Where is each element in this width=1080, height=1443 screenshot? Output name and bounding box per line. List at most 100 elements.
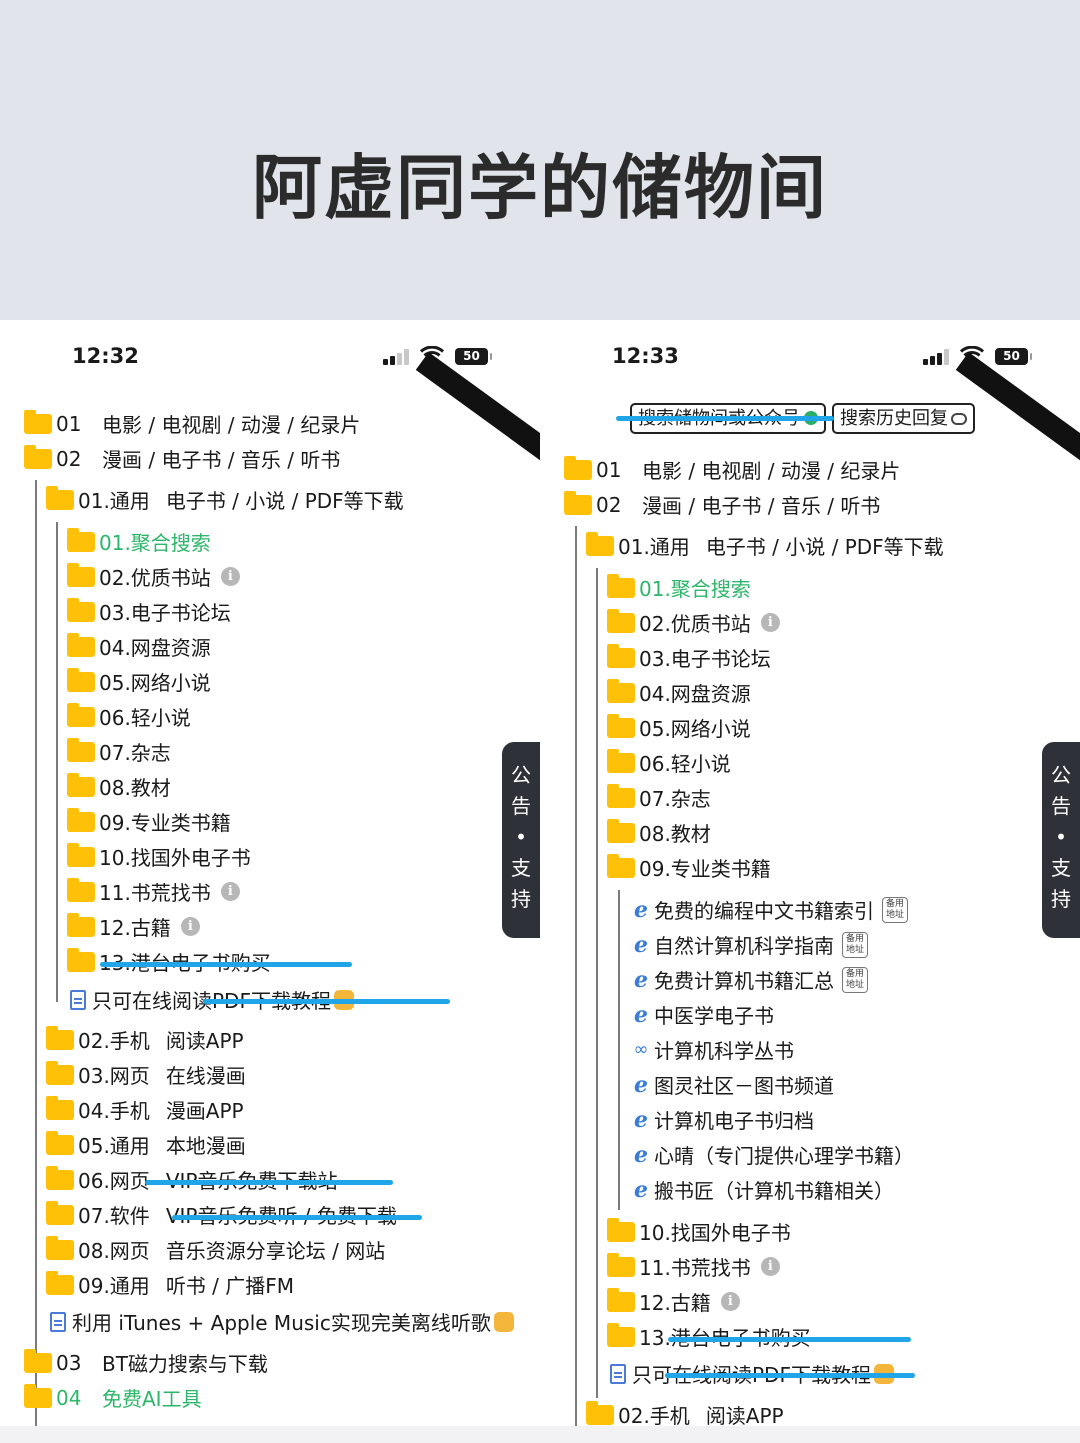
folder-row[interactable]: 04.网盘资源 [67,629,211,664]
folder-row[interactable]: 08.教材 [607,815,711,850]
thumbs-up-icon [493,1311,514,1332]
alt-address-badge[interactable]: 备用 地址 [882,896,908,923]
folder-row[interactable]: 04 免费AI工具 [24,1380,202,1415]
link-row[interactable]: e 搬书匠（计算机书籍相关） [630,1172,894,1207]
folder-icon [607,678,635,703]
folder-row[interactable]: 01.聚合搜索 [607,570,751,605]
folder-icon [607,818,635,843]
folder-icon [67,597,95,622]
folder-icon [607,748,635,773]
folder-icon [607,1322,635,1347]
doc-row[interactable]: 利用 iTunes + Apple Music实现完美离线听歌 [50,1304,514,1339]
folder-row[interactable]: 02.优质书站 i [67,559,240,594]
link-row[interactable]: e 图灵社区－图书频道 [630,1067,834,1102]
folder-row[interactable]: 02 漫画 / 电子书 / 音乐 / 听书 [564,487,880,522]
folder-icon [607,1217,635,1242]
folder-row[interactable]: 09.专业类书籍 [67,804,231,839]
folder-row[interactable]: 02.手机 阅读APP [586,1397,784,1426]
browser-link-icon: e [634,931,648,958]
link-row[interactable]: e 计算机电子书归档 [630,1102,814,1137]
link-row[interactable]: ∞ 计算机科学丛书 [630,1032,795,1067]
notice-support-tab[interactable]: 公 告 • 支 持 [1042,742,1080,938]
tree-guide-line [618,890,620,1210]
folder-icon [607,608,635,633]
folder-row[interactable]: 12.古籍 i [607,1284,740,1319]
folder-row[interactable]: 05.通用 本地漫画 [46,1127,246,1162]
alt-address-badge[interactable]: 备用 地址 [842,931,868,958]
folder-icon [46,485,74,510]
folder-icon [46,1130,74,1155]
battery-icon: 50 [455,348,492,365]
folder-row[interactable]: 09.专业类书籍 [607,850,771,885]
browser-link-icon: e [634,1071,648,1098]
browser-link-icon: e [634,896,648,923]
banner: 阿虚同学的储物间 [0,0,1080,320]
folder-row[interactable]: 11.书荒找书 i [67,874,240,909]
info-icon[interactable]: i [220,567,240,586]
link-row[interactable]: e 免费的编程中文书籍索引 备用 地址 [630,892,908,927]
folder-icon [24,1348,52,1373]
info-icon[interactable]: i [220,882,240,901]
tree-guide-line [56,522,58,1002]
strike-mark [100,962,352,967]
folder-row[interactable]: 01.通用 电子书 / 小说 / PDF等下载 [586,528,944,563]
link-row[interactable]: e 中医学电子书 [630,997,774,1032]
folder-row[interactable]: 11.书荒找书 i [607,1249,780,1284]
folder-row[interactable]: 02.优质书站 i [607,605,780,640]
folder-icon [67,842,95,867]
folder-icon [67,562,95,587]
folder-row[interactable]: 01.通用 电子书 / 小说 / PDF等下载 [46,482,404,517]
link-row[interactable]: e 自然计算机科学指南 备用 地址 [630,927,868,962]
folder-row[interactable]: 06.轻小说 [67,699,191,734]
chat-bubble-icon [951,413,967,425]
folder-icon [67,632,95,657]
document-icon [610,1363,626,1384]
strike-mark [665,1373,915,1378]
link-row[interactable]: e 心晴（专门提供心理学书籍） [630,1137,914,1172]
folder-icon [67,702,95,727]
browser-link-icon: e [634,1106,648,1133]
notice-support-tab[interactable]: 公 告 • 支 持 [502,742,540,938]
link-row[interactable]: e 免费计算机书籍汇总 备用 地址 [630,962,868,997]
info-icon[interactable]: i [760,613,780,632]
folder-row[interactable]: 01 电影 / 电视剧 / 动漫 / 纪录片 [24,406,360,441]
folder-row[interactable]: 01 电影 / 电视剧 / 动漫 / 纪录片 [564,452,900,487]
info-icon[interactable]: i [180,917,200,936]
alt-address-badge[interactable]: 备用 地址 [842,966,868,993]
info-icon[interactable]: i [720,1292,740,1311]
folder-row[interactable]: 03.电子书论坛 [607,640,771,675]
tree-guide-line [575,526,577,1426]
folder-row[interactable]: 08.教材 [67,769,171,804]
folder-icon [607,573,635,598]
folder-row[interactable]: 02 漫画 / 电子书 / 音乐 / 听书 [24,441,340,476]
folder-row[interactable]: 03 BT磁力搜索与下载 [24,1345,268,1380]
folder-row[interactable]: 04.手机 漫画APP [46,1092,244,1127]
folder-row[interactable]: 08.网页 音乐资源分享论坛 / 网站 [46,1232,385,1267]
folder-row[interactable]: 05.网络小说 [607,710,751,745]
folder-row[interactable]: 09.通用 听书 / 广播FM [46,1267,294,1302]
folder-icon [24,409,52,434]
folder-row[interactable]: 05.网络小说 [67,664,211,699]
folder-row[interactable]: 01.聚合搜索 [67,524,211,559]
folder-icon [564,455,592,480]
folder-row[interactable]: 10.找国外电子书 [67,839,251,874]
folder-icon [67,947,95,972]
folder-icon [67,667,95,692]
info-icon[interactable]: i [760,1257,780,1276]
folder-row[interactable]: 07.杂志 [607,780,711,815]
folder-row[interactable]: 02.手机 阅读APP [46,1022,244,1057]
folder-row[interactable]: 06.轻小说 [607,745,731,780]
folder-row[interactable]: 12.古籍 i [67,909,200,944]
folder-icon [607,643,635,668]
chain-link-icon: ∞ [633,1039,649,1060]
folder-row[interactable]: 03.电子书论坛 [67,594,231,629]
search-history-button[interactable]: 搜索历史回复 [832,403,975,434]
cellular-signal-icon [923,349,949,365]
folder-row[interactable]: 10.找国外电子书 [607,1214,791,1249]
folder-row[interactable]: 04.网盘资源 [607,675,751,710]
strike-mark [616,416,834,421]
folder-row[interactable]: 07.杂志 [67,734,171,769]
folder-icon [564,490,592,515]
folder-row[interactable]: 03.网页 在线漫画 [46,1057,246,1092]
folder-icon [67,877,95,902]
